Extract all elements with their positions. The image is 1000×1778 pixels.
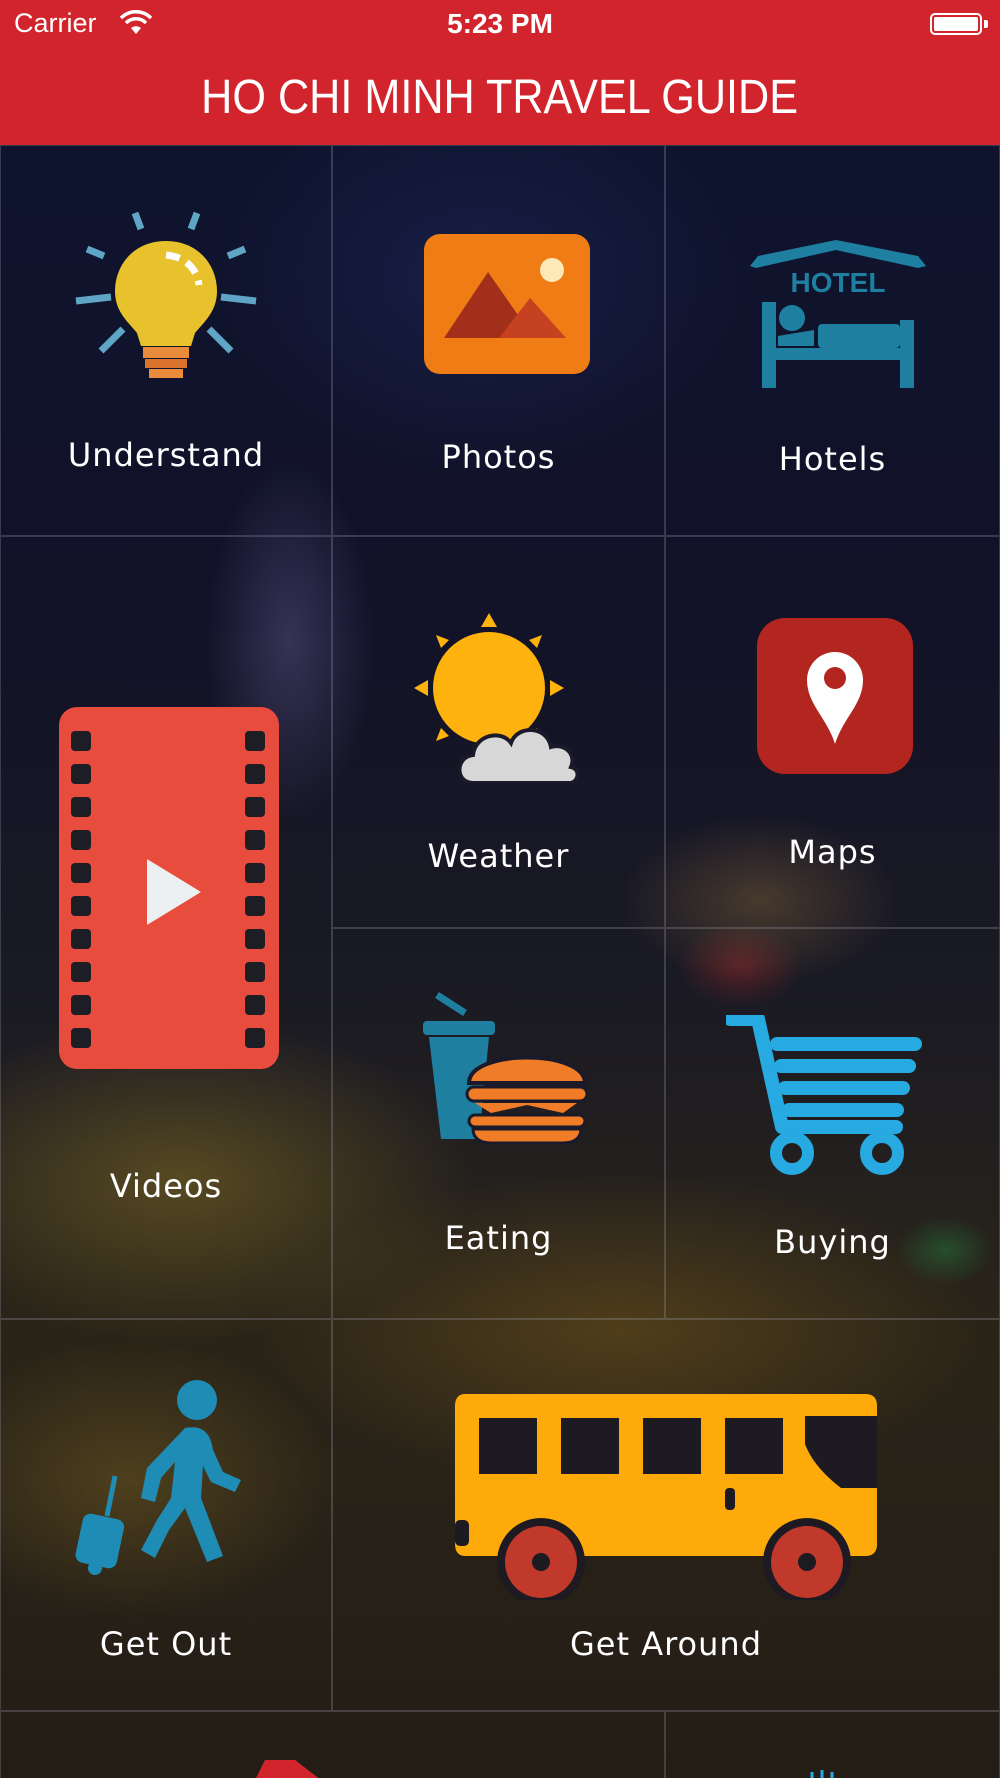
tile-videos[interactable]: Videos (0, 536, 332, 1319)
status-bar: Carrier 5:23 PM (0, 0, 1000, 48)
tile-partial-right[interactable] (665, 1711, 1000, 1778)
battery-icon (930, 13, 982, 35)
tile-hotels[interactable]: HOTEL Hotels (665, 145, 1000, 536)
tile-understand[interactable]: Understand (0, 145, 332, 536)
tile-buying-label: Buying (774, 1223, 891, 1261)
tile-maps-label: Maps (788, 833, 877, 871)
tile-eating-label: Eating (444, 1219, 553, 1257)
page-title: HO CHI MINH TRAVEL GUIDE (201, 71, 799, 124)
partial-icon (256, 1760, 319, 1778)
tile-get-out-label: Get Out (99, 1625, 233, 1663)
partial-icon-right (810, 1770, 834, 1778)
tile-videos-label: Videos (109, 1167, 223, 1205)
tile-photos[interactable]: Photos (332, 145, 665, 536)
tile-photos-label: Photos (441, 438, 556, 476)
tile-get-around[interactable]: Get Around (332, 1319, 1000, 1711)
traveler-icon (75, 1380, 241, 1575)
photo-icon (424, 234, 590, 374)
tile-hotels-label: Hotels (778, 440, 887, 478)
tile-partial-left[interactable] (0, 1711, 665, 1778)
tile-weather[interactable]: Weather (332, 536, 665, 928)
bus-icon (455, 1394, 877, 1600)
tile-maps[interactable]: Maps (665, 536, 1000, 928)
burger-drink-icon (423, 992, 589, 1145)
shopping-cart-icon (726, 1015, 922, 1175)
tile-eating[interactable]: Eating (332, 928, 665, 1319)
tile-weather-label: Weather (427, 837, 570, 875)
sun-cloud-icon (414, 613, 580, 783)
nav-bar: HO CHI MINH TRAVEL GUIDE (0, 48, 1000, 145)
hotel-icon: HOTEL (750, 240, 926, 388)
tile-understand-label: Understand (67, 436, 265, 474)
film-play-icon (59, 707, 279, 1069)
battery-tip (984, 20, 988, 28)
map-pin-icon (757, 618, 913, 774)
tile-get-out[interactable]: Get Out (0, 1319, 332, 1711)
lightbulb-icon (75, 211, 257, 378)
hotel-sign-text: HOTEL (791, 267, 886, 298)
tile-buying[interactable]: Buying (665, 928, 1000, 1319)
status-time: 5:23 PM (447, 8, 553, 39)
tile-get-around-label: Get Around (570, 1625, 762, 1663)
